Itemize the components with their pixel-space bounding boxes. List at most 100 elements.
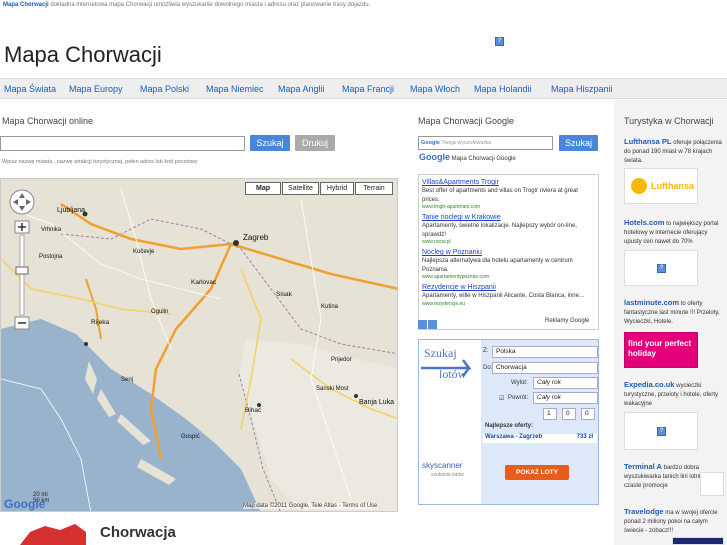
highway-a7 <box>85 278 102 340</box>
sidebar-ad-title[interactable]: Terminal A <box>624 462 662 471</box>
to-label: Do: <box>483 365 493 371</box>
best-offers-label: Najlepsze oferty: <box>485 423 534 429</box>
ad-title[interactable]: Tanie noclegi w Krakowie <box>422 213 595 222</box>
google-search-brand: Google <box>421 140 440 146</box>
arrow-right-icon <box>421 359 472 377</box>
road-minor-2 <box>120 188 172 350</box>
ad-title[interactable]: Rezydencje w Hiszpanii <box>422 283 595 292</box>
city-label-ogulin: Ogulin <box>151 309 169 315</box>
sidebar-ad-title[interactable]: Lufthansa PL <box>624 137 672 146</box>
terminal-a-banner[interactable] <box>700 472 724 496</box>
show-flights-button[interactable]: POKAŻ LOTY <box>505 465 569 480</box>
best-offer-price: 733 zł <box>576 434 593 440</box>
google-logo[interactable]: Google <box>4 497 45 511</box>
nav-item-europy[interactable]: Mapa Europy <box>69 84 123 94</box>
map-print-button[interactable]: Drukuj <box>295 135 335 151</box>
city-dot-rijeka <box>84 342 88 346</box>
sidebar-ad-title[interactable]: Travelodge <box>624 507 664 516</box>
nav-item-swiata[interactable]: Mapa Świata <box>4 84 56 94</box>
skyscanner-tagline: szukanie lotów <box>431 472 464 478</box>
ad-title[interactable]: Nocleg w Poznaniu <box>422 248 595 257</box>
city-label-vrhnika: Vrhnika <box>41 227 62 233</box>
google-search-button[interactable]: Szukaj <box>559 135 598 151</box>
nav-item-anglii[interactable]: Mapa Anglii <box>278 84 325 94</box>
sidebar-ad-lufthansa: Lufthansa PL oferuje połączenia do ponad… <box>624 137 724 166</box>
ad-item: Villas&Apartments Trogir Best offer of a… <box>422 178 595 210</box>
google-map[interactable]: Ljubljana Zagreb Rijeka Banja Luka Bihać… <box>0 178 398 512</box>
ads-by-google[interactable]: Reklamy Google <box>545 318 589 324</box>
nav-item-wloch[interactable]: Mapa Włoch <box>410 84 460 94</box>
city-label-karlovac: Karlovac <box>191 279 217 286</box>
border-line <box>60 218 397 355</box>
city-label-zagreb: Zagreb <box>243 233 269 242</box>
lufthansa-wordmark: Lufthansa <box>651 181 695 191</box>
ad-url[interactable]: www.nocw.pl <box>422 239 595 245</box>
city-dot-banja-luka <box>354 394 358 398</box>
ad-title[interactable]: Villas&Apartments Trogir <box>422 178 595 187</box>
lufthansa-logo[interactable]: Lufthansa <box>624 168 698 204</box>
map-type-map-button[interactable]: Map <box>245 182 281 195</box>
return-field[interactable]: Cały rok <box>533 392 598 404</box>
zoom-slider-handle[interactable] <box>15 266 29 275</box>
adults-field[interactable]: 1 <box>543 408 557 420</box>
from-field[interactable]: Polska <box>492 346 598 358</box>
flight-banner: Szukaj lotów <box>419 340 481 504</box>
city-label-postojna: Postojna <box>39 254 63 260</box>
country-heading: Chorwacja <box>100 524 176 541</box>
map-type-hybrid-button[interactable]: Hybrid <box>320 182 354 195</box>
sidebar-ad-hotels: Hotels.com to największy portal hotelowy… <box>624 218 724 247</box>
map-attribution[interactable]: Map data ©2011 Google, Tele Atlas - Term… <box>243 503 378 509</box>
tagline-brand[interactable]: Mapa Chorwacji <box>3 2 49 8</box>
hotels-banner[interactable]: ? <box>624 250 698 286</box>
ad-url[interactable]: www.apartamentypoznan.com <box>422 274 595 280</box>
nav-item-francji[interactable]: Mapa Francji <box>342 84 394 94</box>
ad-placeholder-icon: ? <box>657 427 666 436</box>
expedia-banner[interactable]: ? <box>624 412 698 450</box>
map-search-button[interactable]: Szukaj <box>250 135 290 151</box>
google-branding: Google Mapa Chorwacji Google <box>419 152 516 162</box>
top-nav: Mapa Świata Mapa Europy Mapa Polski Mapa… <box>0 78 727 99</box>
lastminute-banner[interactable]: find your perfect holiday <box>624 332 698 368</box>
nav-item-hiszpanii[interactable]: Mapa Hiszpanii <box>551 84 613 94</box>
ad-description: Apartamenty, świetne lokalizacje. Najlep… <box>422 223 577 238</box>
nav-item-polski[interactable]: Mapa Polski <box>140 84 189 94</box>
sidebar-ad-lastminute: lastminute.com to oferty fantastyczne la… <box>624 298 724 327</box>
city-label-sisak: Sisak <box>276 291 292 298</box>
nav-item-holandii[interactable]: Mapa Holandii <box>474 84 532 94</box>
depart-field[interactable]: Cały rok <box>533 377 598 389</box>
city-label-prijedor: Prijedor <box>331 357 352 363</box>
ad-placeholder-icon[interactable]: ? <box>495 37 504 46</box>
tagline-text: dokładna internetowa mapa Chorwacji umoż… <box>50 2 371 8</box>
map-type-satellite-button[interactable]: Satellite <box>282 182 319 195</box>
ad-url[interactable]: www.rezydencje.eu <box>422 301 595 307</box>
prev-arrow-icon[interactable] <box>418 320 427 329</box>
adriatic-sea <box>1 319 261 511</box>
best-offer-row[interactable]: Warszawa - Zagrzeb 733 zł <box>483 434 597 443</box>
tagline-bar: Mapa Chorwacji dokładna internetowa mapa… <box>0 0 727 10</box>
sidebar-ad-title[interactable]: lastminute.com <box>624 298 679 307</box>
site-title[interactable]: Mapa Chorwacji <box>4 42 162 68</box>
search-hint: Wpisz nazwę miasta, ,nazwę atrakcji tury… <box>2 159 198 165</box>
map-search-input[interactable] <box>0 136 245 151</box>
city-label-banja-luka: Banja Luka <box>359 399 395 406</box>
nav-item-niemiec[interactable]: Mapa Niemiec <box>206 84 264 94</box>
to-field[interactable]: Chorwacja <box>492 362 598 374</box>
sidebar-ad-title[interactable]: Hotels.com <box>624 218 664 227</box>
sidebar-ad-title[interactable]: Expedia.co.uk <box>624 380 674 389</box>
return-checkbox[interactable]: ☑ <box>499 395 504 402</box>
return-label: Powrót: <box>508 395 529 401</box>
next-arrow-icon[interactable] <box>428 320 437 329</box>
google-search-input[interactable]: Google Twoja wyszukiwarka <box>418 136 553 150</box>
skyscanner-logo[interactable]: skyscanner <box>422 461 462 470</box>
google-brand-suffix: Mapa Chorwacji Google <box>451 156 516 162</box>
travelodge-banner[interactable] <box>672 537 724 545</box>
ad-placeholder-icon: ? <box>657 264 666 273</box>
ad-description: Best offer of apartments and villas on T… <box>422 188 578 203</box>
map-type-terrain-button[interactable]: Terrain <box>355 182 393 195</box>
city-label-sanski-most: Sanski Most <box>316 386 349 392</box>
children-field[interactable]: 0 <box>562 408 576 420</box>
ad-url[interactable]: www.trogir-apartmani.com <box>422 204 595 210</box>
zoom-slider-track[interactable] <box>19 234 25 316</box>
infants-field[interactable]: 0 <box>581 408 595 420</box>
city-dot-zagreb <box>233 240 239 246</box>
